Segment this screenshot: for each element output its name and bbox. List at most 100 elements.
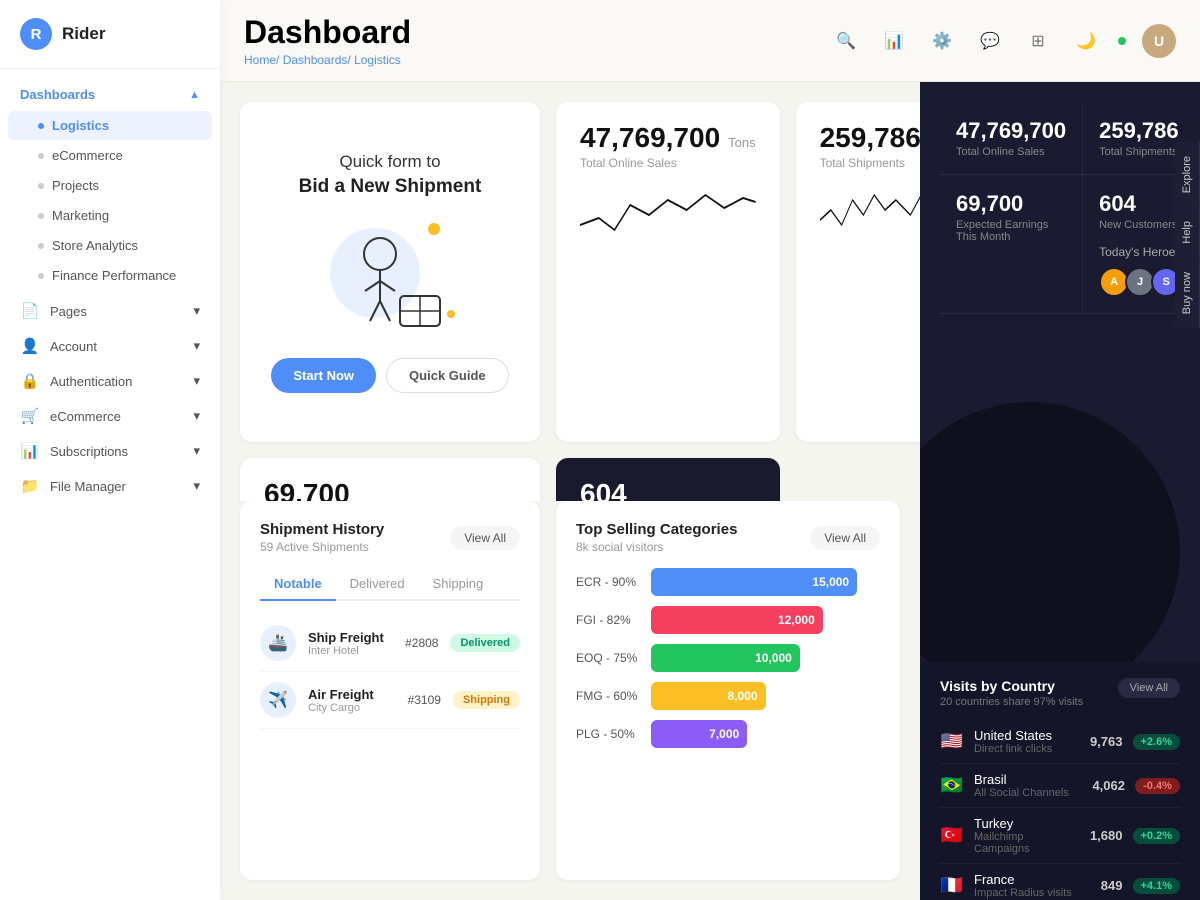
ecommerce-icon: 🛒 [20, 407, 40, 425]
shipment-tabs: Notable Delivered Shipping [260, 568, 520, 601]
sidebar-item-projects[interactable]: Projects [8, 171, 212, 200]
dark-sales-value: 47,769,700 [956, 118, 1066, 144]
sidebar-item-ecommerce2[interactable]: 🛒 eCommerce ▾ [0, 399, 220, 433]
ship-sub: Inter Hotel [308, 645, 393, 657]
side-tabs: Explore Help Buy now [1175, 142, 1200, 328]
dashboards-label: Dashboards [20, 87, 95, 102]
grid-icon[interactable]: ⊞ [1022, 25, 1054, 57]
total-shipments-chart [820, 180, 920, 240]
sidebar-item-account[interactable]: 👤 Account ▾ [0, 329, 220, 363]
country-channel: All Social Channels [974, 787, 1075, 799]
sidebar-item-label: Projects [52, 178, 99, 193]
bar-track: 10,000 [651, 644, 880, 672]
countries-view-all-button[interactable]: View All [1118, 678, 1180, 698]
bar-track: 15,000 [651, 568, 880, 596]
breadcrumb-dashboards: Dashboards/ [283, 53, 351, 67]
bar-label: EOQ - 75% [576, 651, 641, 665]
country-info: France Impact Radius visits [974, 872, 1073, 899]
sidebar-item-authentication[interactable]: 🔒 Authentication ▾ [0, 364, 220, 398]
avatar[interactable]: U [1142, 24, 1176, 58]
table-row: ✈️ Air Freight City Cargo #3109 Shipping [260, 672, 520, 729]
buy-now-tab[interactable]: Buy now [1175, 258, 1200, 328]
settings-icon[interactable]: ⚙️ [926, 25, 958, 57]
file-manager-label: File Manager [50, 479, 126, 494]
illustration-figure [325, 226, 455, 350]
shipment-view-all-button[interactable]: View All [450, 526, 520, 550]
categories-view-all-button[interactable]: View All [810, 526, 880, 550]
sidebar-item-finance[interactable]: Finance Performance [8, 261, 212, 290]
nav-dot [38, 243, 44, 249]
quick-form-buttons: Start Now Quick Guide [271, 358, 508, 393]
total-sales-card: 47,769,700 Tons Total Online Sales [556, 102, 780, 442]
shipment-card-header: Shipment History 59 Active Shipments Vie… [260, 521, 520, 554]
category-bar-item: ECR - 90% 15,000 [576, 568, 880, 596]
sidebar-item-label: Logistics [52, 118, 109, 133]
quick-guide-button[interactable]: Quick Guide [386, 358, 509, 393]
ship-info: Ship Freight Inter Hotel [308, 630, 393, 657]
dark-stat-earnings: 69,700 Expected Earnings This Month [940, 175, 1083, 314]
country-channel: Mailchimp Campaigns [974, 831, 1073, 855]
bar-label: FGI - 82% [576, 613, 641, 627]
category-bars: ECR - 90% 15,000 FGI - 82% 12,000 EOQ - … [576, 568, 880, 748]
sidebar-item-label: Marketing [52, 208, 109, 223]
quick-form-subtitle: Bid a New Shipment [299, 176, 482, 198]
sidebar-item-subscriptions[interactable]: 📊 Subscriptions ▾ [0, 434, 220, 468]
sidebar-item-store-analytics[interactable]: Store Analytics [8, 231, 212, 260]
sidebar-nav: Dashboards ▲ Logistics eCommerce Project… [0, 69, 220, 900]
explore-tab[interactable]: Explore [1175, 142, 1200, 207]
sidebar: R Rider Dashboards ▲ Logistics eCommerce… [0, 0, 220, 900]
country-change: +4.1% [1133, 878, 1181, 894]
bar-fill: 10,000 [651, 644, 800, 672]
start-now-button[interactable]: Start Now [271, 358, 376, 393]
tab-delivered[interactable]: Delivered [336, 568, 419, 601]
sidebar-item-file-manager[interactable]: 📁 File Manager ▾ [0, 469, 220, 503]
theme-icon[interactable]: 🌙 [1070, 25, 1102, 57]
country-change: -0.4% [1135, 778, 1180, 794]
status-dot [1118, 37, 1126, 45]
ship-id: #2808 [405, 636, 438, 650]
help-tab[interactable]: Help [1175, 207, 1200, 258]
table-row: 🚢 Ship Freight Inter Hotel #2808 Deliver… [260, 615, 520, 672]
dark-stats: 47,769,700 Total Online Sales 259,786 To… [940, 102, 1180, 314]
sidebar-item-pages[interactable]: 📄 Pages ▾ [0, 294, 220, 328]
message-icon[interactable]: 💬 [974, 25, 1006, 57]
content-area: Quick form to Bid a New Shipment [220, 82, 1200, 900]
nav-dot [38, 153, 44, 159]
categories-card: Top Selling Categories 8k social visitor… [556, 501, 900, 880]
country-channel: Direct link clicks [974, 743, 1073, 755]
sidebar-item-marketing[interactable]: Marketing [8, 201, 212, 230]
shipment-subtitle: 59 Active Shipments [260, 540, 384, 554]
chart-icon[interactable]: 📊 [878, 25, 910, 57]
account-icon: 👤 [20, 337, 40, 355]
country-name: Turkey [974, 816, 1073, 831]
tab-notable[interactable]: Notable [260, 568, 336, 601]
country-visits: 9,763 [1083, 734, 1123, 749]
sidebar-item-logistics[interactable]: Logistics [8, 111, 212, 140]
dark-earnings-value: 69,700 [956, 191, 1066, 217]
list-item: 🇹🇷 Turkey Mailchimp Campaigns 1,680 +0.2… [940, 808, 1180, 864]
status-badge: Shipping [453, 691, 520, 709]
sidebar-logo[interactable]: R Rider [0, 0, 220, 69]
breadcrumb-current: Logistics [354, 53, 401, 67]
quick-form-card: Quick form to Bid a New Shipment [240, 102, 540, 442]
earnings-value: 69,700 [264, 478, 516, 501]
tab-shipping[interactable]: Shipping [419, 568, 498, 601]
quick-form-title: Quick form to [339, 152, 440, 172]
chevron-up-icon: ▲ [189, 89, 200, 101]
file-icon: 📁 [20, 477, 40, 495]
header: Dashboard Home/ Dashboards/ Logistics 🔍 … [220, 0, 1200, 82]
customers-value: 604 [580, 478, 627, 501]
earnings-card: 69,700 Expected Earnings This Month [240, 458, 540, 501]
pages-icon: 📄 [20, 302, 40, 320]
sidebar-item-ecommerce[interactable]: eCommerce [8, 141, 212, 170]
ship-freight-icon: 🚢 [260, 625, 296, 661]
dark-hero-area: 47,769,700 Total Online Sales 259,786 To… [920, 82, 1200, 662]
dashboards-group[interactable]: Dashboards ▲ [0, 79, 220, 110]
ship-info: Air Freight City Cargo [308, 687, 396, 714]
bar-label: ECR - 90% [576, 575, 641, 589]
search-icon[interactable]: 🔍 [830, 25, 862, 57]
chevron-down-icon: ▾ [193, 408, 200, 424]
list-item: 🇺🇸 United States Direct link clicks 9,76… [940, 720, 1180, 764]
auth-icon: 🔒 [20, 372, 40, 390]
countries-section: Visits by Country 20 countries share 97%… [920, 662, 1200, 900]
